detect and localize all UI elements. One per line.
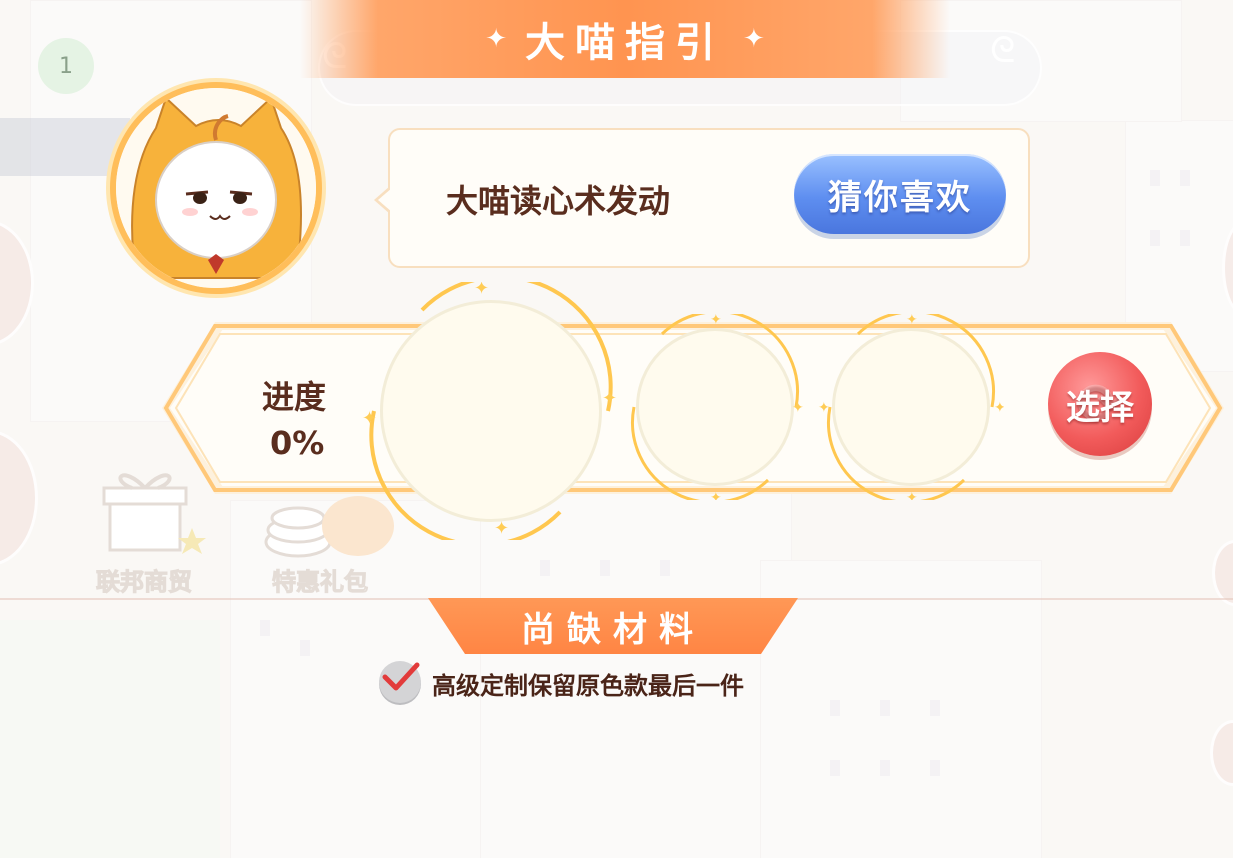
- svg-text:✦: ✦: [710, 490, 722, 500]
- sparkle-icon: ✦: [485, 24, 507, 54]
- cat-mascot-avatar: [110, 82, 322, 294]
- swirl-ornament-right: ᘓ: [990, 30, 1016, 71]
- bubble-tail-fill: [378, 188, 392, 212]
- notification-badge: 1: [38, 38, 94, 94]
- check-icon: [382, 662, 420, 691]
- left-info-bar: [0, 118, 130, 176]
- title-banner: ✦ 大喵指引 ✦: [300, 0, 950, 78]
- svg-text:✦: ✦: [494, 518, 509, 539]
- badge-count: 1: [59, 53, 73, 79]
- progress-value: 0%: [270, 424, 325, 462]
- guess-you-like-button[interactable]: 猜你喜欢: [794, 154, 1006, 234]
- slot-ring-medium-1: ✦ ✦ ✦: [631, 314, 804, 500]
- svg-text:✦: ✦: [906, 490, 918, 500]
- progress-label: 进度: [262, 378, 327, 416]
- svg-text:✦: ✦: [994, 400, 1004, 416]
- sparkle-icon: ✦: [743, 24, 765, 54]
- menu-label-trade[interactable]: 联邦商贸: [96, 562, 193, 597]
- select-button[interactable]: 选择 ⟳: [1048, 352, 1152, 456]
- svg-text:✦: ✦: [818, 400, 830, 416]
- materials-title: 尚缺材料: [521, 609, 705, 650]
- svg-text:✦: ✦: [474, 282, 489, 299]
- select-button-label: 选择: [1066, 387, 1134, 428]
- cat-mascot-icon: [116, 88, 316, 288]
- menu-label-package[interactable]: 特惠礼包: [272, 562, 369, 597]
- svg-text:✦: ✦: [906, 314, 918, 328]
- svg-text:✦: ✦: [792, 400, 804, 416]
- svg-text:✦: ✦: [602, 388, 617, 409]
- svg-text:✦: ✦: [362, 408, 377, 429]
- dialog-message: 大喵读心术发动: [446, 182, 671, 220]
- material-checkbox[interactable]: [379, 661, 421, 703]
- slot-ring-large: ✦ ✦ ✦ ✦: [362, 282, 617, 540]
- page-title: 大喵指引: [525, 20, 725, 66]
- material-item-label: 高级定制保留原色款最后一件: [432, 672, 744, 700]
- slot-ring-medium-2: ✦ ✦ ✦ ✦: [818, 314, 1004, 500]
- materials-header: 尚缺材料: [428, 598, 798, 654]
- svg-text:✦: ✦: [710, 314, 722, 328]
